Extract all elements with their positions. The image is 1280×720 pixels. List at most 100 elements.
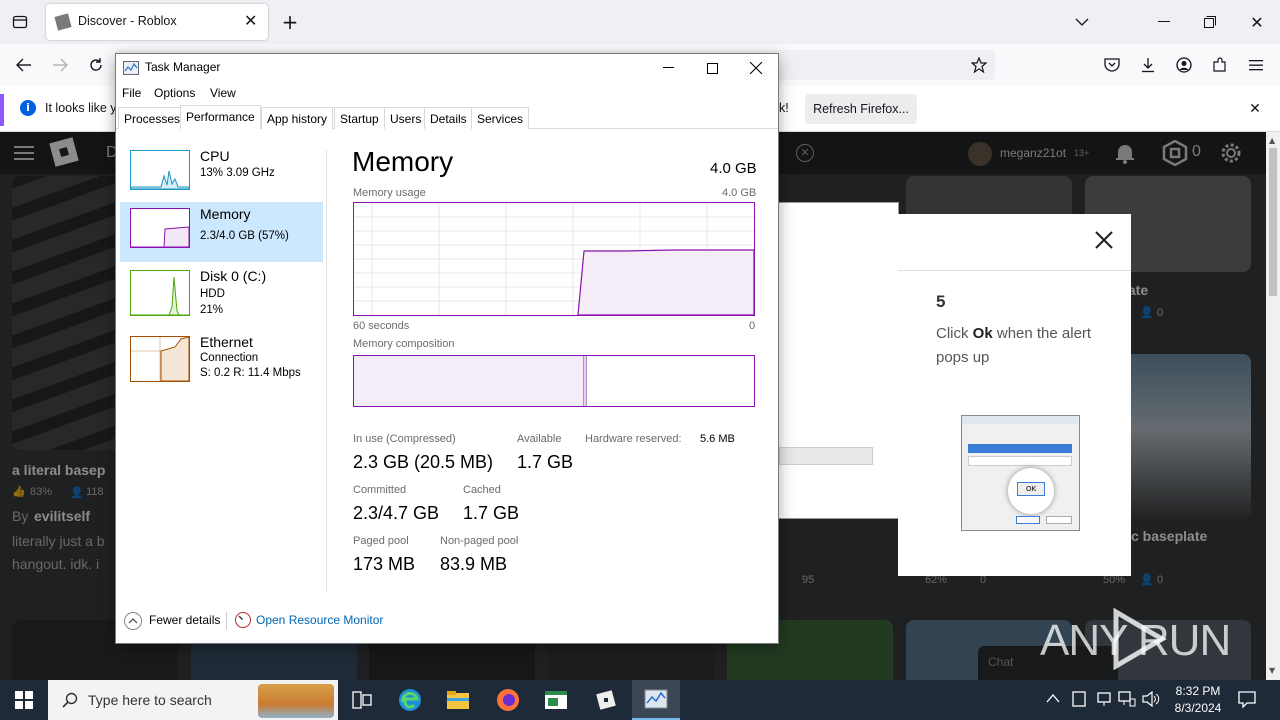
close-icon[interactable] — [734, 54, 778, 82]
tab-services[interactable]: Services — [471, 107, 530, 129]
browser-tab[interactable]: Discover - Roblox ✕ — [46, 4, 268, 40]
minimize-icon[interactable] — [646, 54, 690, 82]
chevron-up-icon[interactable] — [124, 612, 142, 630]
new-tab-icon[interactable]: + — [278, 10, 302, 34]
background-dialog — [778, 202, 899, 519]
task-manager-app-icon — [123, 61, 139, 75]
tab-strip: Processes Performance App history Startu… — [116, 105, 778, 129]
menu-bar: File Options View — [116, 84, 778, 104]
sidebar-item-cpu[interactable]: CPU 13% 3.09 GHz — [120, 144, 323, 204]
illustration-button — [1046, 516, 1072, 524]
tab-startup[interactable]: Startup — [334, 107, 385, 129]
notification-text-tail: k! — [779, 101, 789, 115]
fewer-details-link[interactable]: Fewer details — [149, 613, 220, 627]
footer-separator — [226, 612, 227, 630]
notification-close-icon[interactable]: ✕ — [1243, 97, 1267, 121]
non-paged-pool-label: Non-paged pool — [440, 535, 519, 547]
tab-processes[interactable]: Processes — [118, 107, 187, 129]
tab-users[interactable]: Users — [384, 107, 428, 129]
task-manager-taskbar-icon[interactable] — [632, 680, 680, 720]
info-icon: i — [20, 100, 36, 116]
task-view-icon[interactable] — [338, 680, 386, 720]
notepad-app-icon[interactable] — [532, 680, 580, 720]
clock-date: 8/3/2024 — [1174, 701, 1222, 715]
footer-divider — [116, 604, 778, 605]
menu-icon[interactable] — [1244, 53, 1268, 77]
sidebar-item-detail: Connection — [200, 352, 259, 364]
scroll-down-icon[interactable]: ▼ — [1269, 666, 1275, 675]
notification-center-icon[interactable] — [1238, 690, 1256, 711]
sidebar-item-disk[interactable]: Disk 0 (C:) HDD 21% — [120, 264, 323, 324]
sidebar-item-detail: 2.3/4.0 GB (57%) — [200, 230, 289, 242]
open-resource-monitor-link[interactable]: Open Resource Monitor — [256, 613, 383, 627]
reload-icon[interactable] — [84, 53, 108, 77]
tab-app-history[interactable]: App history — [261, 107, 334, 129]
sidebar-item-detail: 21% — [200, 304, 224, 316]
sidebar-item-label: Ethernet — [200, 334, 253, 350]
scrollbar-thumb[interactable] — [1269, 148, 1277, 296]
page-scrollbar[interactable]: ▲ ▼ — [1266, 132, 1280, 680]
sidebar-item-memory[interactable]: Memory 2.3/4.0 GB (57%) — [120, 202, 323, 262]
clock[interactable]: 8:32 PM 8/3/2024 — [1168, 683, 1228, 717]
tab-close-icon[interactable]: ✕ — [244, 11, 257, 30]
paged-pool-label: Paged pool — [353, 535, 409, 547]
menu-options[interactable]: Options — [154, 86, 195, 100]
tab-performance[interactable]: Performance — [180, 105, 261, 129]
account-icon[interactable] — [1172, 53, 1196, 77]
restore-icon[interactable] — [1198, 10, 1222, 34]
composition-label: Memory composition — [353, 338, 455, 350]
roblox-app-icon[interactable] — [582, 680, 630, 720]
extensions-icon[interactable] — [1208, 53, 1232, 77]
modal-divider — [898, 270, 1131, 271]
search-highlight-image[interactable] — [258, 684, 334, 718]
task-manager-window: Task Manager File Options View Processes… — [115, 53, 779, 644]
illustration-titlebar — [962, 416, 1078, 424]
start-windows-icon[interactable] — [0, 680, 48, 720]
tab-list-icon[interactable] — [8, 10, 32, 34]
browser-tab-bar: Discover - Roblox ✕ + ✕ — [0, 0, 1280, 44]
instruction-bold: Ok — [972, 325, 993, 342]
menu-file[interactable]: File — [122, 86, 141, 100]
tutorial-modal: 5 Click Ok when the alert pops up OK — [898, 214, 1131, 576]
edge-icon[interactable] — [386, 680, 434, 720]
menu-view[interactable]: View — [210, 86, 236, 100]
refresh-firefox-button[interactable]: Refresh Firefox... — [805, 94, 917, 124]
close-window-icon[interactable]: ✕ — [1245, 10, 1269, 34]
window-title: Task Manager — [145, 60, 221, 74]
sidebar-item-ethernet[interactable]: Ethernet Connection S: 0.2 R: 11.4 Mbps — [120, 330, 323, 392]
network-icon[interactable] — [1096, 691, 1112, 710]
list-all-tabs-icon[interactable] — [1070, 10, 1094, 34]
show-hidden-icons-icon[interactable] — [1046, 692, 1060, 706]
memory-usage-graph — [353, 202, 755, 316]
composition-in-use — [354, 356, 584, 406]
resource-monitor-icon[interactable] — [235, 612, 251, 628]
taskbar-search-box[interactable]: Type here to search — [48, 680, 338, 720]
bookmark-star-icon[interactable] — [967, 53, 991, 77]
sidebar-item-detail: HDD — [200, 288, 225, 300]
ethernet-icon[interactable] — [1118, 691, 1136, 710]
non-paged-pool-value: 83.9 MB — [440, 554, 508, 574]
modal-close-icon[interactable] — [1094, 230, 1116, 252]
tablet-icon[interactable] — [1072, 691, 1086, 710]
sidebar-item-detail: S: 0.2 R: 11.4 Mbps — [200, 367, 301, 379]
notification-text: It looks like y — [45, 101, 117, 115]
anyrun-watermark: ANY RUN — [1040, 606, 1231, 676]
tab-details[interactable]: Details — [424, 107, 473, 129]
committed-value: 2.3/4.7 GB — [353, 503, 440, 523]
minimize-icon[interactable] — [1152, 10, 1176, 34]
downloads-icon[interactable] — [1136, 53, 1160, 77]
usage-graph-max: 4.0 GB — [722, 187, 757, 199]
illustration-ok-button: OK — [1017, 482, 1045, 496]
back-icon[interactable] — [12, 53, 36, 77]
cached-label: Cached — [463, 484, 501, 496]
scroll-up-icon[interactable]: ▲ — [1269, 136, 1275, 145]
volume-icon[interactable] — [1142, 690, 1160, 710]
forward-icon[interactable] — [48, 53, 72, 77]
file-explorer-icon[interactable] — [434, 680, 482, 720]
pocket-icon[interactable] — [1100, 53, 1124, 77]
firefox-icon[interactable] — [484, 680, 532, 720]
search-placeholder: Type here to search — [88, 692, 212, 708]
search-icon — [62, 692, 78, 711]
maximize-icon[interactable] — [690, 54, 734, 82]
sidebar-item-label: Memory — [200, 206, 251, 222]
